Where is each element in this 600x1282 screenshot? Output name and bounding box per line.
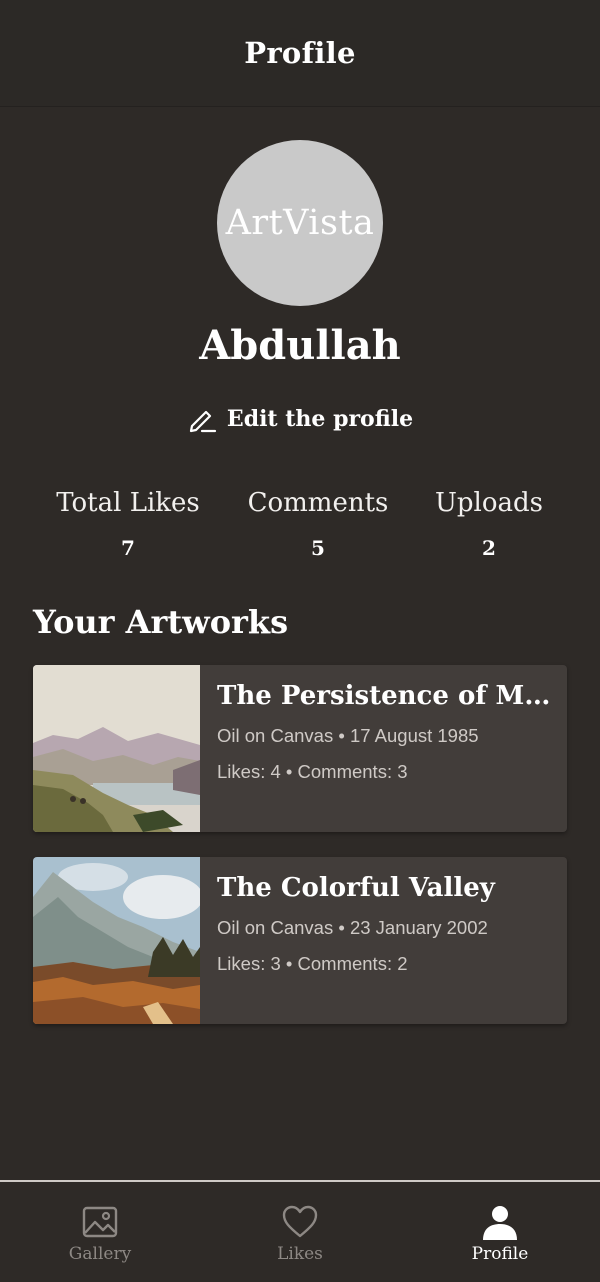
- nav-gallery-label: Gallery: [68, 1244, 132, 1264]
- artwork-stats: Likes: 3 • Comments: 2: [217, 953, 408, 974]
- artwork-stats: Likes: 4 • Comments: 3: [217, 761, 408, 782]
- person-icon: [483, 1206, 517, 1240]
- artwork-card[interactable]: The Colorful Valley Oil on Canvas • 23 J…: [33, 857, 567, 1024]
- landscape-mountain-painting-icon: [33, 857, 200, 1024]
- artwork-thumbnail: [33, 857, 200, 1024]
- stat-value: 5: [311, 536, 325, 560]
- artwork-meta: Oil on Canvas • 23 January 2002: [217, 917, 488, 938]
- stat-label: Comments: [247, 488, 389, 518]
- avatar-text: ArtVista: [225, 203, 375, 243]
- stat-label: Total Likes: [56, 488, 200, 518]
- nav-likes-label: Likes: [277, 1244, 323, 1264]
- bottom-navigation: Gallery Likes Profile: [0, 1180, 600, 1282]
- nav-profile-label: Profile: [471, 1244, 529, 1264]
- nav-gallery[interactable]: Gallery: [0, 1204, 200, 1264]
- artwork-title: The Colorful Valley: [217, 873, 495, 903]
- stat-uploads: Uploads 2: [414, 488, 564, 560]
- artwork-info: The Colorful Valley Oil on Canvas • 23 J…: [217, 873, 553, 975]
- nav-profile[interactable]: Profile: [400, 1204, 600, 1264]
- artwork-card[interactable]: The Persistence of Memory Oil on Canvas …: [33, 665, 567, 832]
- stat-comments: Comments 5: [238, 488, 398, 560]
- pencil-icon: [189, 410, 217, 433]
- artwork-info: The Persistence of Memory Oil on Canvas …: [217, 681, 553, 783]
- edit-profile-label: Edit the profile: [226, 406, 414, 432]
- landscape-lake-painting-icon: [33, 665, 200, 832]
- nav-likes[interactable]: Likes: [200, 1204, 400, 1264]
- stat-label: Uploads: [434, 488, 543, 518]
- avatar[interactable]: ArtVista: [217, 140, 383, 306]
- page-title: Profile: [244, 36, 356, 70]
- app-header: Profile: [0, 0, 600, 107]
- username: Abdullah: [199, 322, 401, 369]
- your-artworks-heading: Your Artworks: [33, 603, 289, 641]
- artwork-thumbnail: [33, 665, 200, 832]
- heart-icon: [282, 1205, 318, 1238]
- artwork-title: The Persistence of Memory: [217, 681, 553, 711]
- stat-value: 2: [482, 536, 496, 560]
- stat-total-likes: Total Likes 7: [48, 488, 208, 560]
- artwork-meta: Oil on Canvas • 17 August 1985: [217, 725, 479, 746]
- image-icon: [82, 1206, 118, 1238]
- stat-value: 7: [121, 536, 135, 560]
- edit-profile-button[interactable]: Edit the profile: [0, 404, 600, 434]
